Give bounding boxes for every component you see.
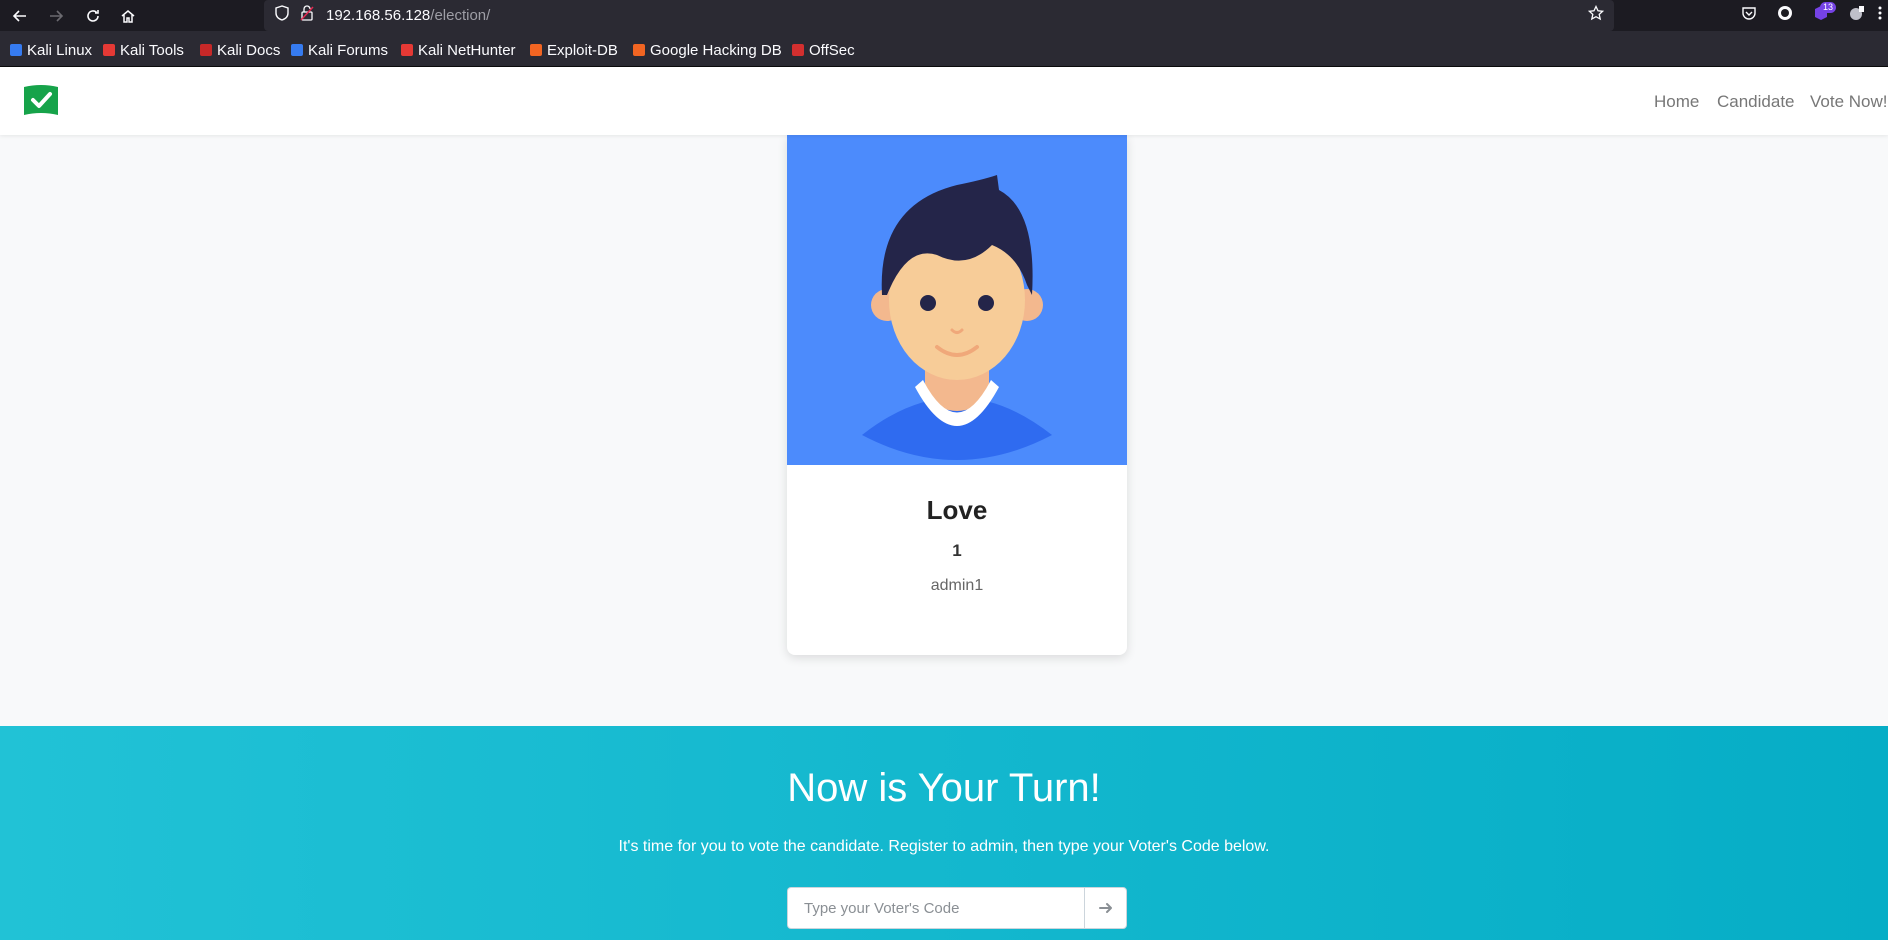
bookmark-kali-tools[interactable]: Kali Tools: [103, 42, 184, 59]
url-bar[interactable]: 192.168.56.128/election/: [264, 0, 1614, 31]
bookmark-label: Kali NetHunter: [418, 42, 516, 59]
check-flag-icon: [24, 85, 58, 115]
bookmark-label: Kali Forums: [308, 42, 389, 59]
site-header: Home Candidate Vote Now!: [0, 67, 1888, 135]
bookmark-label: Google Hacking DB: [650, 42, 782, 59]
extension-puzzle-icon[interactable]: [1846, 5, 1868, 27]
reload-icon: [87, 10, 99, 22]
nav-candidate[interactable]: Candidate: [1717, 92, 1795, 112]
arrow-right-icon: [1098, 903, 1112, 913]
kali-tools-icon: [103, 44, 115, 56]
bookmark-exploit-db[interactable]: Exploit-DB: [530, 42, 618, 59]
pocket-icon[interactable]: [1738, 5, 1760, 27]
bookmarks-toolbar: Kali Linux Kali Tools Kali Docs Kali For…: [0, 31, 1888, 67]
bookmark-kali-nethunter[interactable]: Kali NetHunter: [401, 42, 516, 59]
offsec-icon: [792, 44, 804, 56]
bookmark-kali-docs[interactable]: Kali Docs: [200, 42, 280, 59]
home-button[interactable]: [117, 5, 139, 27]
candidate-number: 1: [952, 541, 962, 560]
bookmark-offsec[interactable]: OffSec: [792, 42, 855, 59]
candidate-name: Love: [926, 495, 988, 525]
back-arrow-icon: [12, 10, 26, 22]
voter-code-input[interactable]: [787, 887, 1084, 929]
vote-section: Now is Your Turn! It's time for you to v…: [0, 726, 1888, 940]
back-button[interactable]: [9, 5, 31, 27]
url-text[interactable]: 192.168.56.128/election/: [326, 7, 490, 24]
account-icon[interactable]: [1774, 5, 1796, 27]
vote-description: It's time for you to vote the candidate.…: [618, 838, 1270, 855]
nav-vote-now[interactable]: Vote Now!: [1810, 92, 1888, 112]
bookmark-star-icon[interactable]: [1586, 4, 1606, 25]
bookmark-label: Exploit-DB: [547, 42, 618, 59]
candidate-photo: [787, 135, 1127, 465]
home-icon: [121, 10, 135, 23]
lock-insecure-icon[interactable]: [297, 5, 317, 25]
kali-dragon-icon: [10, 44, 22, 56]
vote-title: Now is Your Turn!: [787, 766, 1101, 810]
kali-dragon-icon: [291, 44, 303, 56]
nethunter-icon: [401, 44, 413, 56]
reload-button[interactable]: [82, 5, 104, 27]
bookmark-google-hacking-db[interactable]: Google Hacking DB: [633, 42, 782, 59]
candidate-card[interactable]: Love 1 admin1: [787, 135, 1127, 655]
site-logo[interactable]: [24, 85, 58, 115]
extension-container-icon[interactable]: 13: [1810, 2, 1836, 27]
avatar-illustration: [862, 175, 1052, 460]
url-host: 192.168.56.128: [326, 7, 431, 24]
forward-arrow-icon: [50, 10, 64, 22]
bookmark-kali-forums[interactable]: Kali Forums: [291, 42, 388, 59]
container-badge: 13: [1819, 2, 1836, 13]
bookmark-kali-linux[interactable]: Kali Linux: [10, 42, 92, 59]
bookmark-label: Kali Tools: [120, 42, 184, 59]
url-path: /election/: [430, 7, 491, 24]
ghdb-icon: [633, 44, 645, 56]
kali-docs-icon: [200, 44, 212, 56]
browser-toolbar: 192.168.56.128/election/ 13: [0, 0, 1888, 31]
bookmark-label: OffSec: [809, 42, 855, 59]
shield-icon[interactable]: [272, 5, 292, 25]
candidate-username: admin1: [930, 577, 984, 594]
nav-home[interactable]: Home: [1654, 92, 1699, 112]
exploit-db-icon: [530, 44, 542, 56]
menu-icon[interactable]: [1872, 5, 1888, 27]
bookmark-label: Kali Linux: [27, 42, 93, 59]
voter-code-submit-button[interactable]: [1084, 887, 1127, 929]
forward-button[interactable]: [45, 5, 67, 27]
bookmark-label: Kali Docs: [217, 42, 281, 59]
